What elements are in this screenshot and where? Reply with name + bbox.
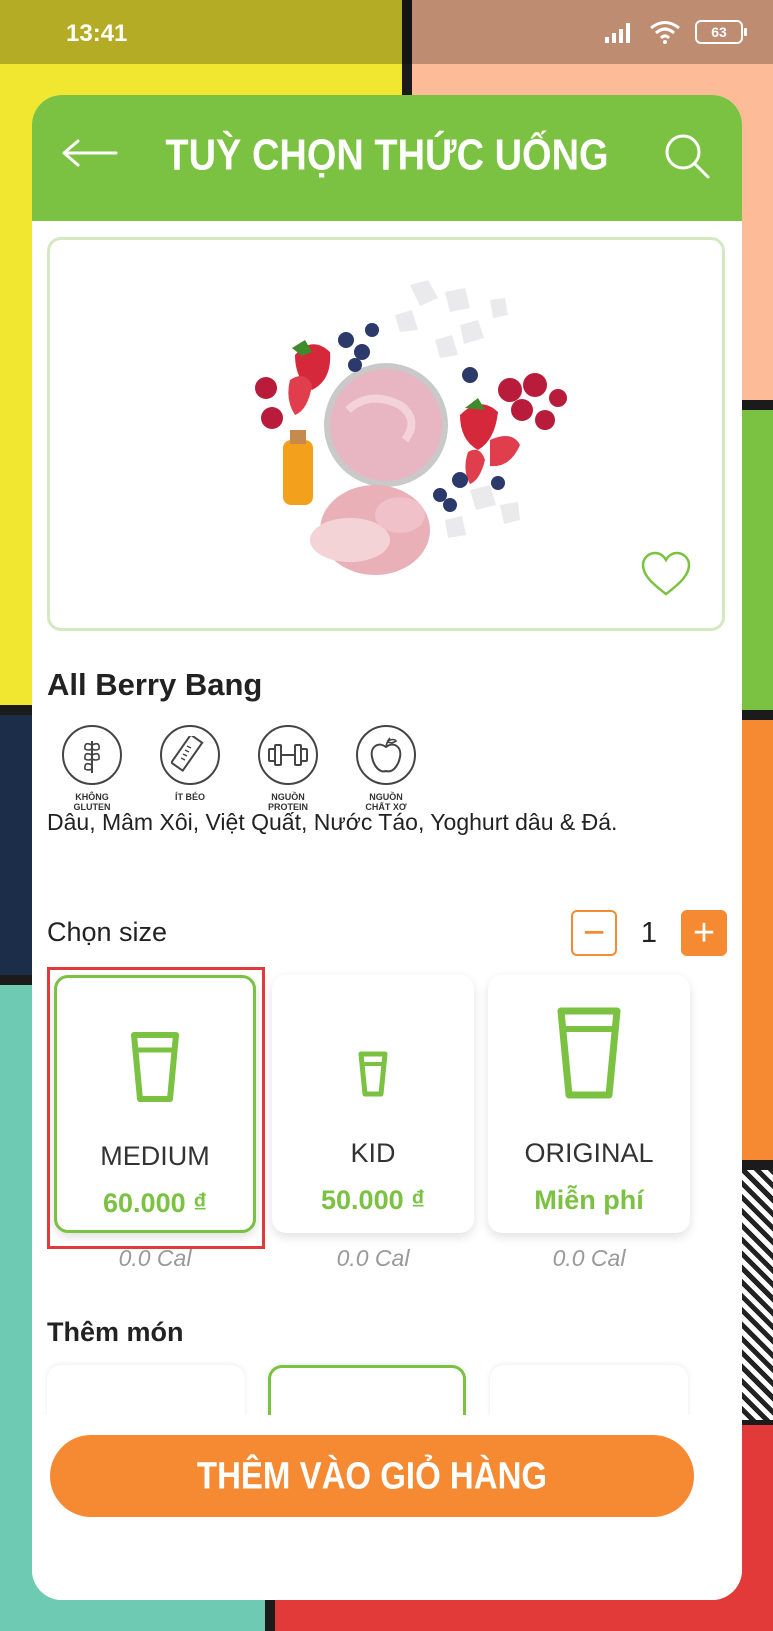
header-bar: TUỲ CHỌN THỨC UỐNG — [32, 95, 742, 221]
wheat-icon — [84, 741, 100, 773]
bg-panel-green — [742, 410, 773, 710]
size-name: KID — [350, 1138, 396, 1168]
page-title: TUỲ CHỌN THỨC UỐNG — [165, 131, 609, 181]
bg-panel-orange — [742, 720, 773, 1160]
quantity-increase-button[interactable]: + — [681, 910, 727, 956]
size-option-kid[interactable]: KID 50.000 ₫ — [272, 975, 474, 1233]
selection-highlight — [47, 967, 265, 1249]
ingredients-text: Dâu, Mâm Xôi, Việt Quất, Nước Táo, Yoghu… — [47, 809, 618, 835]
product-image — [47, 237, 725, 631]
size-calories: 0.0 Cal — [552, 1245, 626, 1271]
nutrition-badges: KHÔNG GLUTEN ÍT BÉO NGUỒN PROTEIN NGUỒN … — [62, 725, 416, 812]
badge-low-fat: ÍT BÉO — [160, 725, 220, 812]
favorite-heart-icon[interactable] — [640, 550, 692, 598]
badge-fiber: NGUỒN CHẤT XƠ — [356, 725, 416, 812]
size-price: 50.000 ₫ — [321, 1185, 425, 1215]
quantity-stepper: − 1 + — [571, 910, 727, 956]
status-time: 13:41 — [66, 20, 128, 47]
size-price: Miễn phí — [534, 1185, 644, 1215]
size-calories: 0.0 Cal — [118, 1245, 192, 1271]
add-to-cart-label: THÊM VÀO GIỎ HÀNG — [196, 1454, 548, 1497]
signal-icon — [605, 23, 630, 43]
ruler-icon — [171, 736, 204, 773]
battery-icon: 63 — [695, 20, 747, 44]
size-calories: 0.0 Cal — [336, 1245, 410, 1271]
search-icon[interactable] — [662, 131, 712, 181]
product-name: All Berry Bang — [47, 667, 263, 702]
badge-protein: NGUỒN PROTEIN — [258, 725, 318, 812]
cup-icon — [358, 1051, 388, 1097]
bg-panel-striped — [742, 1170, 773, 1420]
addon-section-label: Thêm món — [47, 1317, 184, 1347]
drink-options-card: TUỲ CHỌN THỨC UỐNG All Berry Bang KHÔNG … — [32, 95, 742, 1600]
quantity-value: 1 — [640, 916, 658, 949]
cup-icon — [557, 1007, 621, 1099]
size-option-original[interactable]: ORIGINAL Miễn phí — [488, 975, 690, 1233]
size-section-label: Chọn size — [47, 917, 168, 947]
badge-label: ÍT BÉO — [174, 792, 205, 802]
dumbbell-icon — [268, 744, 308, 766]
quantity-decrease-button[interactable]: − — [571, 910, 617, 956]
add-to-cart-button[interactable]: THÊM VÀO GIỎ HÀNG — [50, 1435, 694, 1517]
smoothie-illustration — [255, 280, 567, 575]
wifi-icon — [650, 21, 680, 44]
size-name: ORIGINAL — [524, 1138, 654, 1168]
badge-gluten-free: KHÔNG GLUTEN — [62, 725, 122, 812]
bg-panel-navy — [0, 715, 35, 975]
apple-icon — [370, 737, 402, 773]
status-bar: 13:41 63 — [0, 0, 773, 64]
